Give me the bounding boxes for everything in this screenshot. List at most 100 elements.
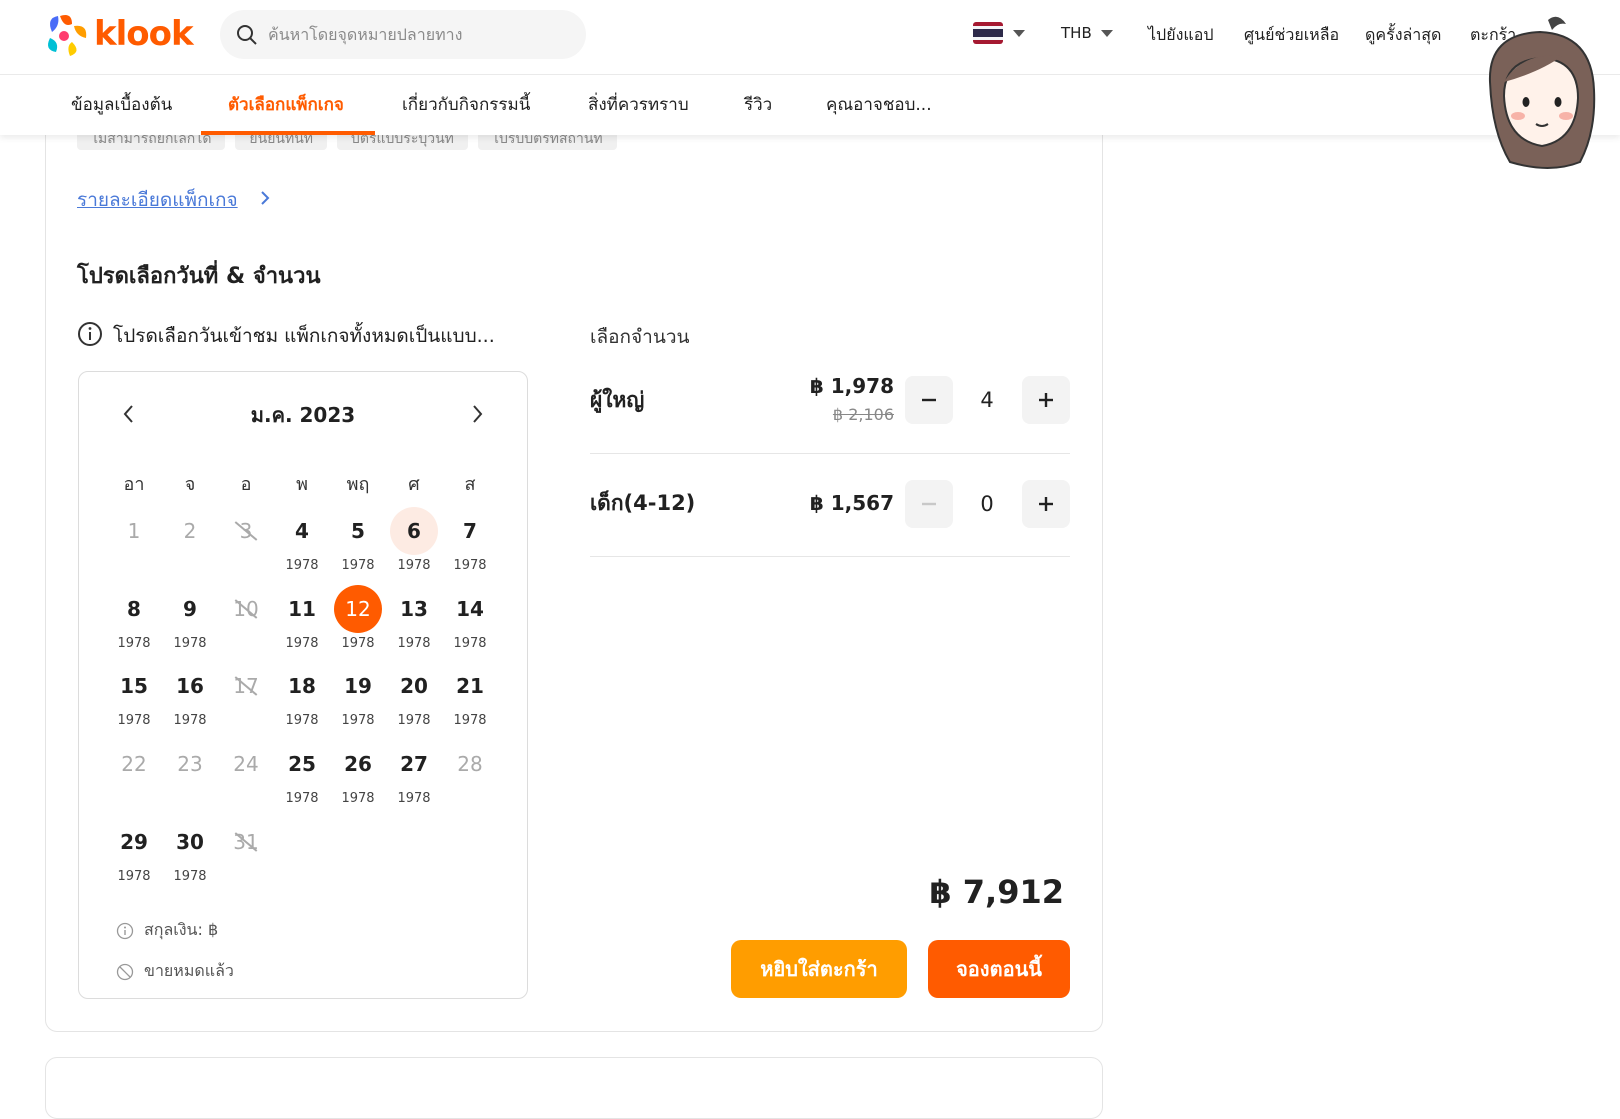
child-plus-button[interactable] — [1022, 480, 1070, 528]
next-month-icon[interactable] — [467, 402, 487, 426]
minus-icon — [922, 398, 936, 402]
weekday-label: จ — [184, 474, 196, 495]
search-icon — [237, 24, 257, 45]
day-number: 17 — [222, 662, 270, 710]
go-to-app-link[interactable]: ไปยังแอป — [1148, 23, 1213, 48]
day-number: 28 — [457, 752, 483, 776]
day-number: 11 — [288, 597, 316, 621]
day-number: 30 — [176, 830, 204, 854]
calendar-day[interactable]: 4 1978 — [273, 507, 331, 577]
adult-label: ผู้ใหญ่ — [590, 388, 645, 412]
day-price: 1978 — [173, 713, 207, 728]
calendar-day: 3 — [217, 507, 275, 577]
help-center-link[interactable]: ศูนย์ช่วยเหลือ — [1244, 23, 1339, 48]
day-number: 31 — [222, 818, 270, 866]
day-price: 1978 — [285, 558, 319, 573]
adult-plus-button[interactable] — [1022, 376, 1070, 424]
day-price: 1978 — [117, 636, 151, 651]
date-note-text[interactable]: โปรดเลือกวันเข้าชม แพ็กเกจทั้งหมดเป็นแบบ… — [113, 321, 495, 351]
day-price: 1978 — [117, 869, 151, 884]
day-number: 13 — [400, 597, 428, 621]
child-minus-button[interactable] — [905, 480, 953, 528]
calendar-day[interactable]: 6 1978 — [385, 507, 443, 577]
klook-logo-icon — [48, 15, 87, 56]
chevron-right-icon[interactable] — [257, 189, 273, 207]
soldout-legend: ขายหมดแล้ว — [116, 959, 234, 984]
klook-logo[interactable]: klook — [42, 12, 194, 56]
day-price: 1978 — [397, 791, 431, 806]
adult-count[interactable]: 4 — [967, 388, 1007, 412]
book-now-button[interactable]: จองตอนนี้ — [928, 940, 1070, 998]
tab-overview[interactable]: ข้อมูลเบื้องต้น — [71, 91, 172, 118]
package-details-link[interactable]: รายละเอียดแพ็กเกจ — [77, 185, 238, 215]
day-number: 29 — [120, 830, 148, 854]
tab-you-may-like[interactable]: คุณอาจชอบ... — [826, 91, 932, 118]
day-number: 27 — [400, 752, 428, 776]
adult-minus-button[interactable] — [905, 376, 953, 424]
tab-reviews[interactable]: รีวิว — [744, 91, 772, 118]
info-icon — [78, 322, 102, 346]
calendar-day[interactable]: 13 1978 — [385, 585, 443, 655]
day-number: 5 — [351, 519, 365, 543]
calendar-day[interactable]: 7 1978 — [441, 507, 499, 577]
day-number: 22 — [121, 752, 147, 776]
search-input[interactable] — [266, 24, 570, 45]
weekday-label: อ — [240, 474, 252, 495]
currency-chevron-down-icon[interactable] — [1101, 30, 1113, 37]
search-bar[interactable] — [220, 10, 586, 59]
info-icon — [116, 922, 134, 939]
calendar-day[interactable]: 15 1978 — [105, 662, 163, 732]
plus-icon — [1039, 497, 1053, 511]
weekday-label: ศ — [408, 474, 420, 495]
calendar-day[interactable]: 30 1978 — [161, 818, 219, 888]
calendar-day: 22 — [105, 740, 163, 810]
calendar-day[interactable]: 16 1978 — [161, 662, 219, 732]
calendar-day: 10 — [217, 585, 275, 655]
tab-about-activity[interactable]: เกี่ยวกับกิจกรรมนี้ — [402, 91, 530, 118]
tab-package-options[interactable]: ตัวเลือกแพ็กเกจ — [228, 91, 344, 118]
language-chevron-down-icon[interactable] — [1013, 30, 1025, 37]
day-price: 1978 — [341, 791, 375, 806]
calendar-day[interactable]: 18 1978 — [273, 662, 331, 732]
day-number: 15 — [120, 674, 148, 698]
calendar-day[interactable]: 9 1978 — [161, 585, 219, 655]
currency-selector[interactable]: THB — [1061, 24, 1092, 42]
calendar-day[interactable]: 5 1978 — [329, 507, 387, 577]
adult-price: ฿ 1,978 — [809, 374, 894, 398]
day-number: 1 — [127, 519, 141, 543]
calendar-day[interactable]: 27 1978 — [385, 740, 443, 810]
child-count[interactable]: 0 — [967, 492, 1007, 516]
plus-icon — [1039, 393, 1053, 407]
calendar-day[interactable]: 11 1978 — [273, 585, 331, 655]
day-price: 1978 — [453, 713, 487, 728]
currency-legend-text: สกุลเงิน: ฿ — [144, 920, 219, 939]
girl-avatar-sticker[interactable] — [1470, 12, 1620, 172]
total-price: ฿ 7,912 — [929, 873, 1064, 911]
calendar-day[interactable]: 25 1978 — [273, 740, 331, 810]
child-price: ฿ 1,567 — [809, 491, 894, 515]
recently-viewed-link[interactable]: ดูครั้งล่าสุด — [1365, 23, 1441, 48]
thai-flag-icon[interactable] — [973, 22, 1003, 44]
calendar-day[interactable]: 26 1978 — [329, 740, 387, 810]
calendar-day[interactable]: 14 1978 — [441, 585, 499, 655]
add-to-cart-button[interactable]: หยิบใส่ตะกร้า — [731, 940, 907, 998]
sold-out-icon — [116, 963, 134, 980]
quantity-title: เลือกจำนวน — [590, 326, 690, 348]
day-price: 1978 — [397, 713, 431, 728]
calendar-day[interactable]: 29 1978 — [105, 818, 163, 888]
calendar-day[interactable]: 19 1978 — [329, 662, 387, 732]
day-number: 21 — [456, 674, 484, 698]
day-number: 18 — [288, 674, 316, 698]
day-number: 3 — [222, 507, 270, 555]
day-price: 1978 — [173, 869, 207, 884]
calendar-day[interactable]: 20 1978 — [385, 662, 443, 732]
calendar-day[interactable]: 12 1978 — [329, 585, 387, 655]
calendar-day: 31 — [217, 818, 275, 888]
calendar-day[interactable]: 21 1978 — [441, 662, 499, 732]
section-title: โปรดเลือกวันที่ & จำนวน — [77, 264, 321, 289]
calendar-day[interactable]: 8 1978 — [105, 585, 163, 655]
tab-things-to-know[interactable]: สิ่งที่ควรทราบ — [588, 91, 689, 118]
day-number: 9 — [183, 597, 197, 621]
day-number: 2 — [183, 519, 197, 543]
day-number: 7 — [463, 519, 477, 543]
